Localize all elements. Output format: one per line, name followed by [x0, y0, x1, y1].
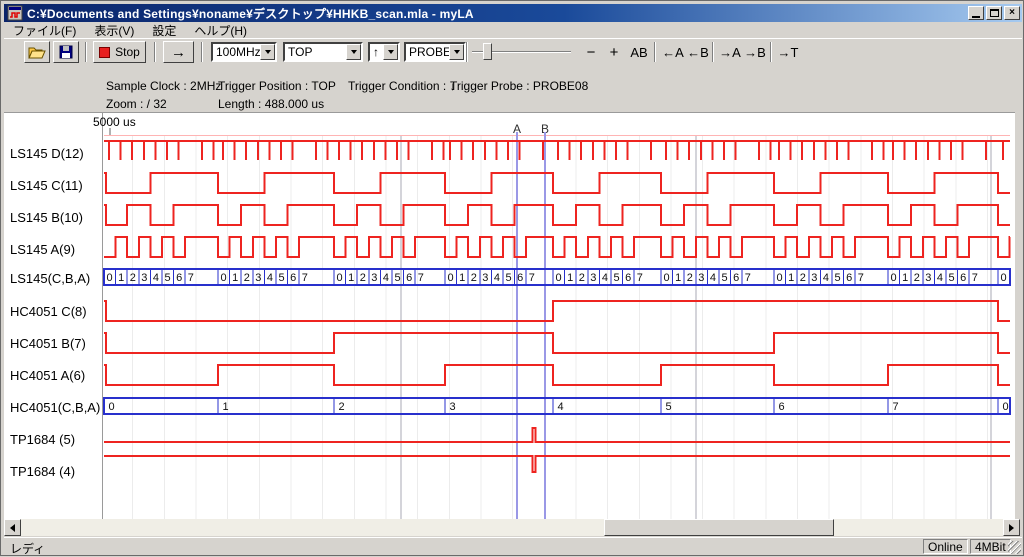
channel-label-d12: LS145 D(12): [10, 146, 84, 161]
toolbar-separator: [466, 42, 468, 62]
run-button[interactable]: →: [163, 41, 194, 63]
move-b-right-button[interactable]: →B: [742, 41, 768, 63]
scrollbar-thumb[interactable]: [604, 519, 834, 536]
channel-label-hcbus: HC4051(C,B,A): [10, 400, 100, 415]
scroll-left-icon: [10, 524, 15, 532]
toolbar-separator: [154, 42, 156, 62]
horizontal-scrollbar[interactable]: [4, 519, 1020, 536]
channel-label-b7: HC4051 B(7): [10, 336, 86, 351]
sample-clock-info: Sample Clock : 2MHz: [106, 79, 221, 93]
menu-help[interactable]: ヘルプ(H): [185, 21, 256, 40]
channel-label-lsbus: LS145(C,B,A): [10, 271, 90, 286]
toolbar-separator: [770, 42, 772, 62]
close-icon: ×: [1009, 8, 1015, 18]
channel-label-b10: LS145 B(10): [10, 210, 83, 225]
zoom-out-button[interactable]: −: [582, 41, 600, 63]
app-icon: [7, 5, 23, 21]
minimize-icon: [972, 16, 980, 18]
move-a-right-button[interactable]: →A: [717, 41, 743, 63]
menu-settings[interactable]: 設定: [143, 21, 185, 40]
sample-clock-select[interactable]: 100MHz: [211, 42, 277, 62]
dropdown-arrow-icon[interactable]: [449, 44, 464, 60]
scroll-left-button[interactable]: [4, 519, 21, 536]
stop-button[interactable]: Stop: [93, 41, 146, 63]
trigger-edge-select[interactable]: ↑: [368, 42, 400, 62]
trigger-position-value: TOP: [288, 45, 312, 59]
resize-grip[interactable]: [1008, 541, 1021, 554]
cursor-a-label[interactable]: A: [510, 122, 524, 136]
run-arrow-icon: →: [171, 44, 186, 61]
dropdown-arrow-icon[interactable]: [346, 44, 361, 60]
trigger-probe-info: Trigger Probe : PROBE08: [450, 79, 588, 93]
trigger-condition-info: Trigger Condition : ↓: [348, 79, 456, 93]
minimize-button[interactable]: [968, 6, 984, 20]
toolbar-separator: [201, 42, 203, 62]
toolbar-separator: [712, 42, 714, 62]
goto-trigger-button[interactable]: →T: [775, 41, 801, 63]
capture-info-panel: Sample Clock : 2MHz Trigger Position : T…: [4, 64, 1022, 112]
channel-label-c8: HC4051 C(8): [10, 304, 87, 319]
trigger-probe-select[interactable]: PROBE00: [404, 42, 466, 62]
zoom-slider-thumb[interactable]: [483, 43, 492, 60]
toolbar-separator: [85, 42, 87, 62]
zoom-in-button[interactable]: +: [605, 41, 623, 63]
sample-clock-value: 100MHz: [216, 45, 261, 59]
channel-label-tp4: TP1684 (4): [10, 464, 75, 479]
scroll-right-button[interactable]: [1003, 519, 1020, 536]
label-divider: [102, 113, 104, 520]
open-folder-icon: [28, 45, 46, 59]
ruler-scale-label: 5000 us: [93, 115, 136, 129]
menu-view[interactable]: 表示(V): [85, 21, 143, 40]
stop-label: Stop: [115, 45, 140, 59]
channel-label-c11: LS145 C(11): [10, 178, 83, 193]
channel-label-a6: HC4051 A(6): [10, 368, 85, 383]
maximize-button[interactable]: [986, 6, 1002, 20]
status-bar: レディ Online 4MBit: [4, 537, 1022, 554]
mylA-window: { "window": { "title": "C:¥Documents and…: [0, 0, 1024, 556]
save-file-button[interactable]: [53, 41, 79, 63]
menu-file[interactable]: ファイル(F): [4, 21, 85, 40]
channel-label-tp5: TP1684 (5): [10, 432, 75, 447]
trigger-position-select[interactable]: TOP: [283, 42, 363, 62]
status-online-badge: Online: [923, 539, 968, 554]
window-title: C:¥Documents and Settings¥noname¥デスクトップ¥…: [27, 5, 474, 22]
close-button[interactable]: ×: [1004, 6, 1020, 20]
waveform-area[interactable]: 5000 us A B LS145 D(12) LS145 C(11) LS145 …: [4, 112, 1015, 519]
trigger-position-info: Trigger Position : TOP: [218, 79, 336, 93]
maximize-icon: [990, 9, 999, 17]
title-bar[interactable]: C:¥Documents and Settings¥noname¥デスクトップ¥…: [4, 4, 1022, 22]
stop-icon: [99, 47, 110, 58]
menu-bar: ファイル(F) 表示(V) 設定 ヘルプ(H): [4, 22, 1022, 38]
open-file-button[interactable]: [24, 41, 50, 63]
length-info: Length : 488.000 us: [218, 97, 324, 111]
toolbar-separator: [654, 42, 656, 62]
move-b-left-button[interactable]: ←B: [685, 41, 711, 63]
status-ready-text: レディ: [10, 540, 45, 557]
toolbar: Stop → 100MHz TOP ↑ PROBE00 − + AB ←A ←B…: [4, 38, 1022, 64]
dropdown-arrow-icon[interactable]: [260, 44, 275, 60]
status-memory-badge: 4MBit: [970, 539, 1011, 554]
zoom-ab-button[interactable]: AB: [626, 41, 652, 63]
save-floppy-icon: [59, 45, 73, 59]
channel-label-a9: LS145 A(9): [10, 242, 75, 257]
zoom-info: Zoom : / 32: [106, 97, 167, 111]
dropdown-arrow-icon[interactable]: [383, 44, 398, 60]
move-a-left-button[interactable]: ←A: [660, 41, 686, 63]
scroll-right-icon: [1009, 524, 1014, 532]
cursor-b-label[interactable]: B: [538, 122, 552, 136]
trigger-edge-value: ↑: [373, 45, 379, 59]
